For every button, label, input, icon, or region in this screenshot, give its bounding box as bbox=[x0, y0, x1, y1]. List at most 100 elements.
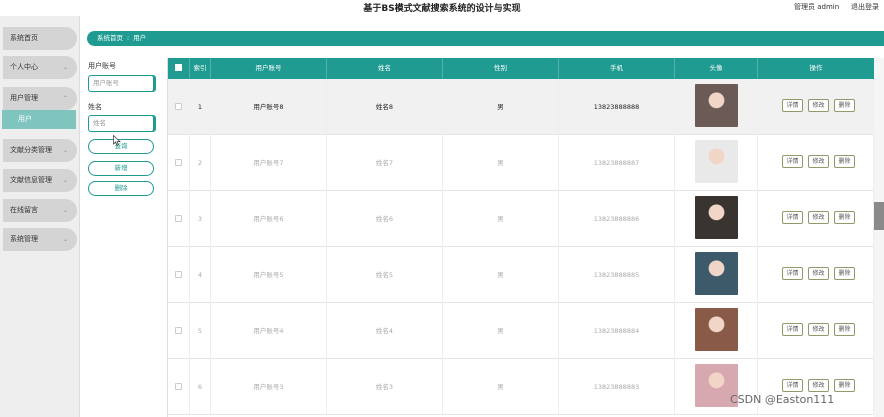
detail-button[interactable]: 详情 bbox=[782, 211, 803, 224]
row-actions: 详情 修改 删除 bbox=[758, 79, 874, 135]
row-avatar-cell bbox=[675, 79, 758, 135]
query-button[interactable]: 查询 bbox=[88, 139, 154, 154]
account-search-input[interactable]: 用户账号 bbox=[88, 75, 156, 92]
row-avatar-cell bbox=[675, 135, 758, 191]
delete-button[interactable]: 删除 bbox=[88, 181, 154, 196]
row-checkbox[interactable] bbox=[175, 270, 182, 278]
row-checkbox[interactable] bbox=[175, 102, 182, 110]
detail-button[interactable]: 详情 bbox=[782, 323, 803, 336]
row-name: 姓名4 bbox=[327, 303, 443, 359]
column-header: 用户账号 bbox=[211, 58, 327, 79]
delete-row-button[interactable]: 删除 bbox=[834, 155, 855, 168]
detail-button[interactable]: 详情 bbox=[782, 155, 803, 168]
column-header: 头像 bbox=[675, 58, 758, 79]
avatar bbox=[695, 84, 738, 127]
scrollbar-track[interactable] bbox=[874, 58, 884, 417]
edit-button[interactable]: 修改 bbox=[808, 211, 829, 224]
mouse-cursor-icon bbox=[113, 135, 121, 146]
row-checkbox-cell bbox=[168, 79, 190, 135]
row-index: 3 bbox=[190, 191, 211, 247]
chevron-down-icon: ⌄ bbox=[62, 207, 68, 214]
row-name: 姓名5 bbox=[327, 247, 443, 303]
table-row[interactable]: 1 用户账号8 姓名8 男 13823888888 详情 修改 删除 bbox=[168, 79, 874, 135]
row-checkbox[interactable] bbox=[175, 214, 182, 222]
breadcrumb-separator: ⁝ bbox=[127, 34, 130, 42]
avatar bbox=[695, 252, 738, 295]
top-bar: 基于BS模式文献搜索系统的设计与实现 管理员 admin 退出登录 bbox=[0, 0, 884, 16]
row-account: 用户账号7 bbox=[211, 135, 327, 191]
detail-button[interactable]: 详情 bbox=[782, 379, 803, 392]
scrollbar-thumb[interactable] bbox=[874, 202, 884, 230]
row-gender: 男 bbox=[443, 79, 559, 135]
watermark: CSDN @Easton111 bbox=[730, 393, 835, 406]
user-table: 索引 用户账号 姓名 性别 手机 头像 操作 1 用户账号8 姓名8 男 1382388… bbox=[167, 58, 874, 417]
row-phone: 13823888884 bbox=[559, 303, 675, 359]
column-header: 姓名 bbox=[327, 58, 443, 79]
chevron-down-icon: ⌄ bbox=[62, 147, 68, 154]
table-row[interactable]: 4 用户账号5 姓名5 男 13823888885 详情 修改 删除 bbox=[168, 247, 874, 303]
row-checkbox[interactable] bbox=[175, 158, 182, 166]
row-gender: 男 bbox=[443, 359, 559, 415]
sidebar-item-label: 文献信息管理 bbox=[10, 176, 52, 184]
edit-button[interactable]: 修改 bbox=[808, 379, 829, 392]
column-header: 手机 bbox=[559, 58, 675, 79]
avatar bbox=[695, 140, 738, 183]
sidebar-subitem-label: 用户 bbox=[18, 115, 32, 123]
app-title: 基于BS模式文献搜索系统的设计与实现 bbox=[363, 4, 521, 14]
row-avatar-cell bbox=[675, 191, 758, 247]
row-checkbox-cell bbox=[168, 135, 190, 191]
select-all-checkbox[interactable] bbox=[168, 58, 190, 79]
delete-row-button[interactable]: 删除 bbox=[834, 211, 855, 224]
row-actions: 详情 修改 删除 bbox=[758, 359, 874, 415]
chevron-up-icon: ⌃ bbox=[62, 95, 68, 102]
sidebar-subitem-users[interactable]: 用户 bbox=[2, 110, 76, 129]
edit-button[interactable]: 修改 bbox=[808, 323, 829, 336]
row-name: 姓名8 bbox=[327, 79, 443, 135]
column-header: 操作 bbox=[809, 64, 823, 72]
add-button[interactable]: 新增 bbox=[88, 161, 154, 176]
table-header: 索引 用户账号 姓名 性别 手机 头像 操作 bbox=[168, 58, 874, 79]
avatar bbox=[695, 196, 738, 239]
breadcrumb: 系统首页 ⁝ 用户 bbox=[87, 31, 884, 46]
column-header: 性别 bbox=[443, 58, 559, 79]
row-avatar-cell bbox=[675, 359, 758, 415]
sidebar-item-personal-center[interactable]: 个人中心 ⌄ bbox=[3, 56, 77, 79]
delete-row-button[interactable]: 删除 bbox=[834, 323, 855, 336]
table-row[interactable]: 5 用户账号4 姓名4 男 13823888884 详情 修改 删除 bbox=[168, 303, 874, 359]
row-checkbox[interactable] bbox=[175, 382, 182, 390]
edit-button[interactable]: 修改 bbox=[808, 267, 829, 280]
sidebar-item-document-management[interactable]: 文献信息管理 ⌄ bbox=[3, 169, 77, 192]
table-row[interactable]: 2 用户账号7 姓名7 男 13823888887 详情 修改 删除 bbox=[168, 135, 874, 191]
delete-row-button[interactable]: 删除 bbox=[834, 379, 855, 392]
sidebar-item-label: 系统管理 bbox=[10, 235, 38, 243]
sidebar-item-system-management[interactable]: 系统管理 ⌄ bbox=[3, 228, 77, 251]
sidebar-item-messages[interactable]: 在线留言 ⌄ bbox=[3, 199, 77, 222]
row-phone: 13823888885 bbox=[559, 247, 675, 303]
name-search-input[interactable]: 姓名 bbox=[88, 115, 156, 132]
edit-button[interactable]: 修改 bbox=[808, 155, 829, 168]
breadcrumb-home[interactable]: 系统首页 bbox=[97, 34, 123, 42]
table-row[interactable]: 3 用户账号6 姓名6 男 13823888886 详情 修改 删除 bbox=[168, 191, 874, 247]
row-checkbox[interactable] bbox=[175, 326, 182, 334]
detail-button[interactable]: 详情 bbox=[782, 99, 803, 112]
row-account: 用户账号6 bbox=[211, 191, 327, 247]
account-label: 用户账号 bbox=[88, 62, 116, 70]
logout-link[interactable]: 退出登录 bbox=[851, 2, 879, 12]
sidebar-item-home[interactable]: 系统首页 bbox=[3, 27, 77, 50]
delete-row-button[interactable]: 删除 bbox=[834, 99, 855, 112]
current-user: 管理员 admin bbox=[794, 3, 840, 11]
row-actions: 详情 修改 删除 bbox=[758, 303, 874, 359]
row-gender: 男 bbox=[443, 303, 559, 359]
delete-row-button[interactable]: 删除 bbox=[834, 267, 855, 280]
row-account: 用户账号4 bbox=[211, 303, 327, 359]
table-row[interactable]: 6 用户账号3 姓名3 男 13823888883 详情 修改 删除 bbox=[168, 359, 874, 415]
edit-button[interactable]: 修改 bbox=[808, 99, 829, 112]
detail-button[interactable]: 详情 bbox=[782, 267, 803, 280]
row-index: 2 bbox=[190, 135, 211, 191]
chevron-down-icon: ⌄ bbox=[62, 236, 68, 243]
sidebar-item-user-management[interactable]: 用户管理 ⌃ bbox=[3, 87, 77, 110]
breadcrumb-current: 用户 bbox=[133, 34, 147, 42]
sidebar-item-label: 在线留言 bbox=[10, 206, 38, 214]
row-index: 5 bbox=[190, 303, 211, 359]
sidebar-item-category-management[interactable]: 文献分类管理 ⌄ bbox=[3, 139, 77, 162]
